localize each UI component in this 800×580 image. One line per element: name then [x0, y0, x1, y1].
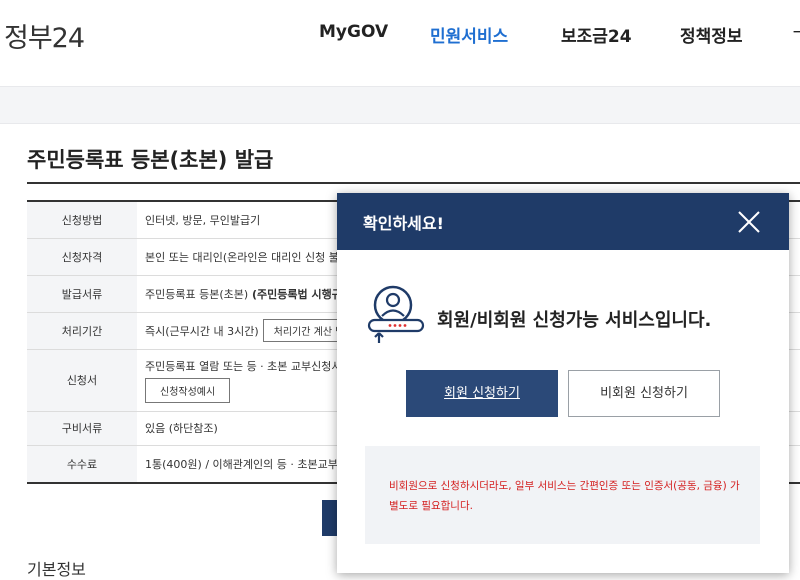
- row-value-text: 주민등록표 등본(초본): [145, 287, 249, 301]
- row-label: 발급서류: [27, 275, 137, 313]
- notice-text: 비회원으로 신청하시더라도, 일부 서비스는 간편인증 또는 인증서(공동, 금…: [389, 480, 740, 512]
- notice-box: 비회원으로 신청하시더라도, 일부 서비스는 간편인증 또는 인증서(공동, 금…: [365, 446, 760, 544]
- title-divider: [27, 182, 800, 184]
- modal-title: 확인하세요!: [363, 214, 444, 233]
- application-example-button[interactable]: 신청작성예시: [145, 377, 231, 403]
- nav-overflow[interactable]: ㄱ: [790, 20, 800, 49]
- nav-civil-service[interactable]: 민원서비스: [430, 22, 508, 47]
- breadcrumb-band: [0, 86, 800, 124]
- guest-apply-button[interactable]: 비회원 신청하기: [568, 370, 720, 417]
- modal-header: 확인하세요!: [337, 193, 789, 250]
- page-title: 주민등록표 등본(초본) 발급: [27, 148, 274, 172]
- row-label: 신청방법: [27, 200, 137, 239]
- member-apply-button[interactable]: 회원 신청하기: [406, 370, 558, 417]
- row-label: 신청자격: [27, 238, 137, 276]
- row-label: 신청서: [27, 349, 137, 412]
- close-icon[interactable]: [735, 208, 763, 236]
- section-title-basic-info: 기본정보: [27, 560, 86, 579]
- site-header: 정부24 MyGOV 민원서비스 보조금24 정책정보 ㄱ: [0, 0, 800, 70]
- row-label: 구비서류: [27, 411, 137, 446]
- row-value-text: 즉시(근무시간 내 3시간): [145, 325, 259, 338]
- row-label: 수수료: [27, 445, 137, 484]
- nav-mygov[interactable]: MyGOV: [319, 22, 388, 42]
- modal-message: 회원/비회원 신청가능 서비스입니다.: [437, 310, 712, 331]
- confirm-modal: 확인하세요! 회원/비회원 신청가능 서비스입니다. 회원 신청하기 비회원 신…: [337, 193, 789, 573]
- site-logo[interactable]: 정부24: [4, 16, 85, 55]
- row-label: 처리기간: [27, 312, 137, 350]
- nav-policy[interactable]: 정책정보: [680, 22, 743, 47]
- user-login-icon: [367, 285, 425, 343]
- nav-subsidy[interactable]: 보조금24: [561, 22, 632, 47]
